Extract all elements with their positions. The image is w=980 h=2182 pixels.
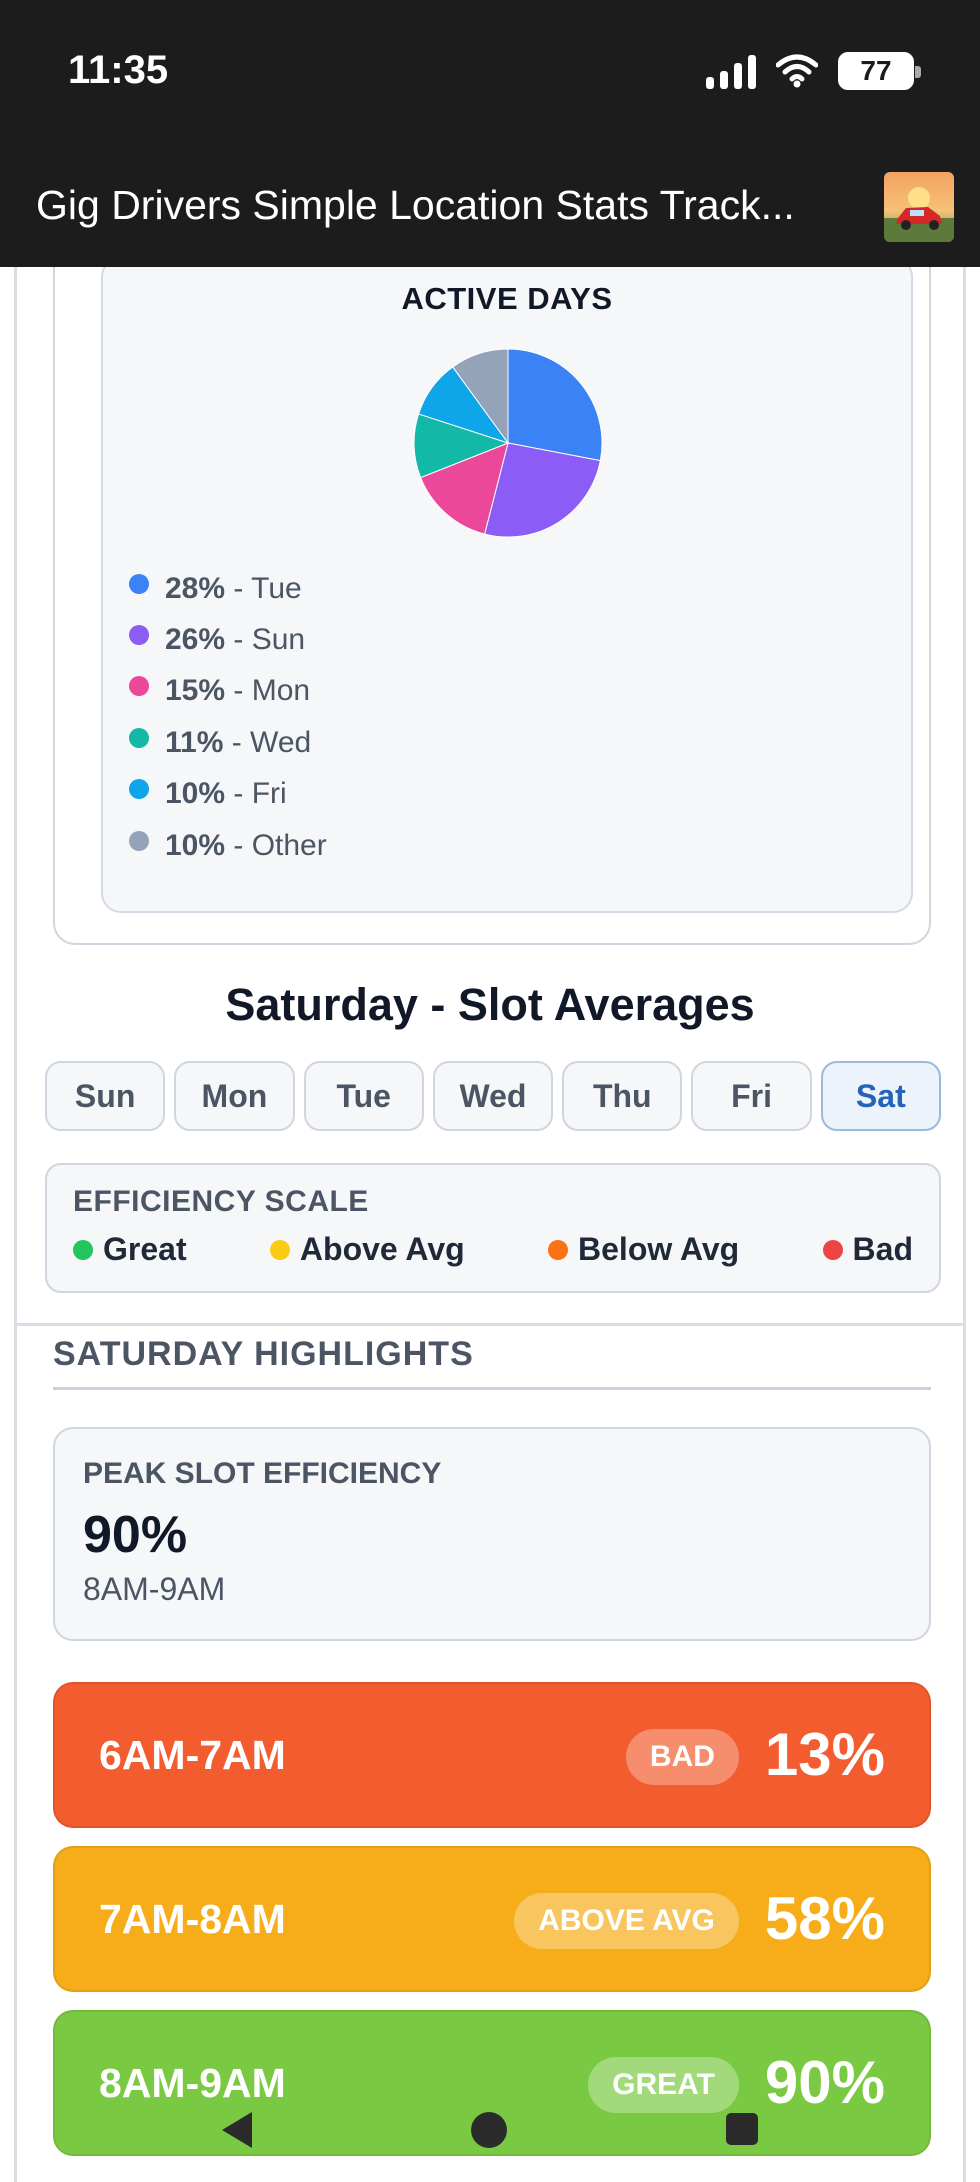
legend-dot — [129, 573, 149, 594]
efficiency-scale-title: EFFICIENCY SCALE — [73, 1185, 369, 1218]
scale-label: Above Avg — [299, 1231, 465, 1267]
slot-status-badge: ABOVE AVG — [514, 1893, 739, 1949]
scale-dot — [822, 1239, 843, 1260]
legend-label: - Other — [225, 828, 327, 862]
page-content[interactable]: ACTIVE DAYS 28% - Tue 26% - Sun 15% - Mon 1… — [14, 267, 966, 2182]
legend-item: 10% - Fri — [129, 769, 327, 820]
legend-label: - Mon — [225, 674, 311, 708]
legend-dot — [129, 727, 149, 748]
legend-item: 11% - Wed — [129, 717, 327, 768]
scale-dot — [269, 1239, 290, 1260]
legend-dot — [129, 676, 149, 697]
system-nav-bar — [0, 2100, 980, 2160]
legend-dot — [129, 830, 149, 851]
recent-apps-icon[interactable] — [726, 2113, 758, 2145]
legend-label: - Sun — [225, 623, 306, 657]
legend-dot — [129, 625, 149, 646]
scale-item-bad: Bad — [822, 1231, 913, 1268]
tab-mon[interactable]: Mon — [174, 1061, 295, 1131]
app-bar: Gig Drivers Simple Location Stats Track.… — [0, 150, 980, 267]
legend-pct: 11% — [165, 725, 224, 759]
active-days-pie-chart — [412, 347, 604, 539]
tab-thu[interactable]: Thu — [562, 1061, 683, 1131]
active-days-card: ACTIVE DAYS 28% - Tue 26% - Sun 15% - Mon 1… — [101, 267, 913, 913]
legend-pct: 10% — [165, 828, 226, 862]
tab-sun[interactable]: Sun — [45, 1061, 166, 1131]
status-time: 11:35 — [68, 48, 169, 92]
slot-percentage: 58% — [764, 1885, 885, 1952]
scale-label: Below Avg — [578, 1231, 740, 1267]
legend-item: 10% - Other — [129, 820, 327, 871]
battery-icon: 77 — [838, 52, 921, 90]
legend-item: 28% - Tue — [129, 563, 327, 614]
slot-time: 6AM-7AM — [99, 1732, 286, 1778]
highlights-title: SATURDAY HIGHLIGHTS — [53, 1335, 474, 1373]
slot-percentage: 13% — [764, 1721, 885, 1788]
scale-dot — [548, 1239, 569, 1260]
peak-slot-value: 90% — [83, 1506, 188, 1564]
legend-label: - Wed — [223, 725, 312, 759]
section-title: Saturday - Slot Averages — [225, 979, 755, 1030]
status-icons: 77 — [706, 52, 921, 90]
scale-item-great: Great — [73, 1231, 187, 1268]
active-days-legend: 28% - Tue 26% - Sun 15% - Mon 11% - Wed 10% … — [129, 563, 327, 871]
legend-pct: 26% — [165, 623, 226, 657]
tab-fri[interactable]: Fri — [691, 1061, 812, 1131]
app-title: Gig Drivers Simple Location Stats Track.… — [36, 182, 795, 228]
peak-slot-time: 8AM-9AM — [83, 1571, 226, 1607]
signal-icon — [706, 53, 756, 89]
home-icon[interactable] — [471, 2112, 507, 2148]
scale-label: Bad — [852, 1231, 913, 1267]
tab-tue[interactable]: Tue — [303, 1061, 424, 1131]
scale-label: Great — [103, 1231, 187, 1267]
slot-time: 7AM-8AM — [99, 1896, 286, 1942]
peak-slot-label: PEAK SLOT EFFICIENCY — [83, 1457, 442, 1490]
back-icon[interactable] — [222, 2112, 252, 2148]
legend-pct: 10% — [165, 777, 226, 811]
day-tabs: Sun Mon Tue Wed Thu Fri Sat — [45, 1061, 941, 1131]
efficiency-scale-card: EFFICIENCY SCALE Great Above Avg Below Avg… — [45, 1163, 941, 1293]
legend-pct: 28% — [165, 571, 226, 605]
active-days-title: ACTIVE DAYS — [401, 281, 613, 316]
legend-label: - Fri — [225, 777, 287, 811]
pie-slice-0 — [507, 348, 603, 462]
scale-item-above-avg: Above Avg — [269, 1231, 465, 1268]
status-bar: 11:35 77 — [0, 0, 980, 150]
slot-card[interactable]: 6AM-7AM 13% BAD — [53, 1682, 931, 1828]
section-divider — [17, 1323, 963, 1326]
efficiency-scale-items: Great Above Avg Below Avg Bad — [73, 1231, 913, 1268]
scale-dot — [73, 1239, 93, 1260]
app-avatar[interactable] — [884, 172, 954, 242]
legend-dot — [129, 779, 149, 800]
slot-card[interactable]: 7AM-8AM 58% ABOVE AVG — [53, 1846, 931, 1992]
legend-item: 26% - Sun — [129, 614, 327, 665]
highlights-rule — [53, 1387, 931, 1390]
tab-wed[interactable]: Wed — [432, 1061, 554, 1131]
legend-label: - Tue — [225, 571, 302, 605]
wifi-icon — [776, 54, 818, 88]
legend-item: 15% - Mon — [129, 666, 327, 717]
slot-status-badge: BAD — [625, 1729, 739, 1785]
scale-item-below-avg: Below Avg — [548, 1231, 739, 1268]
legend-pct: 15% — [165, 674, 226, 708]
tab-sat[interactable]: Sat — [820, 1061, 941, 1131]
peak-slot-card: PEAK SLOT EFFICIENCY 90% 8AM-9AM — [53, 1427, 931, 1641]
